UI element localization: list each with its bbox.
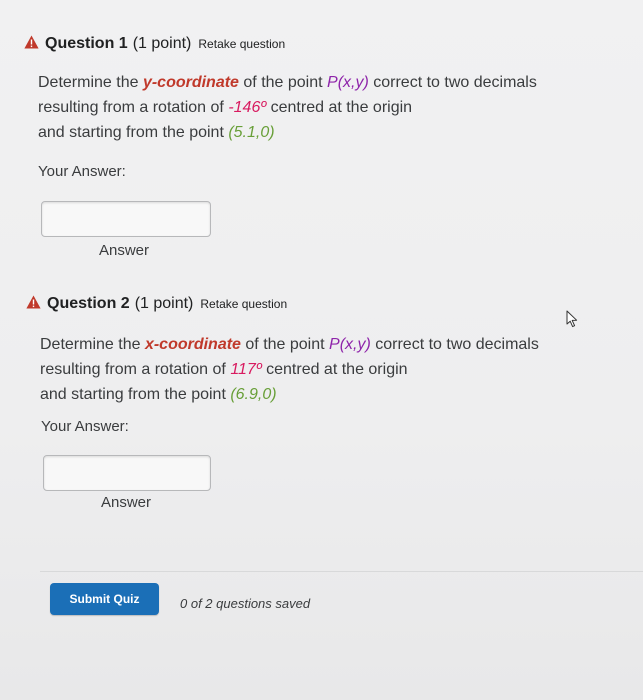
question-line: and starting from the point (5.1,0) <box>38 124 275 141</box>
rotation-angle: 117º <box>230 361 262 378</box>
submit-quiz-button[interactable]: Submit Quiz <box>50 583 159 615</box>
question-line: resulting from a rotation of -146º centr… <box>38 99 413 116</box>
question-text: Determine the y-coordinate of the point … <box>38 70 537 145</box>
start-point: (6.9,0) <box>230 386 277 403</box>
warning-triangle-icon <box>26 295 41 309</box>
point-term: P(x,y) <box>329 336 371 353</box>
coordinate-term: x-coordinate <box>144 336 241 353</box>
saved-status: 0 of 2 questions saved <box>180 596 311 611</box>
answer-field-label: Answer <box>101 494 152 511</box>
question-line: and starting from the point (6.9,0) <box>40 386 277 403</box>
question-2-header: Question 2 (1 point) Retake question <box>26 294 287 313</box>
retake-question-link[interactable]: Retake question <box>200 297 287 311</box>
mouse-pointer-icon <box>566 310 578 328</box>
rotation-angle: -146º <box>228 99 267 116</box>
answer-field-label: Answer <box>99 242 150 259</box>
question-points: (1 point) <box>132 35 192 52</box>
question-line: Determine the y-coordinate of the point … <box>38 74 537 91</box>
answer-input[interactable] <box>41 201 211 237</box>
retake-question-link[interactable]: Retake question <box>198 37 285 51</box>
warning-triangle-icon <box>24 35 39 49</box>
your-answer-label: Your Answer: <box>38 163 126 180</box>
coordinate-term: y-coordinate <box>142 74 239 91</box>
question-1-header: Question 1 (1 point) Retake question <box>24 34 285 53</box>
question-title: Question 1 <box>45 35 128 52</box>
question-line: Determine the x-coordinate of the point … <box>40 336 539 353</box>
question-title: Question 2 <box>47 295 130 312</box>
quiz-page: Question 1 (1 point) Retake question Det… <box>0 0 643 700</box>
footer-divider <box>40 571 643 572</box>
question-line: resulting from a rotation of 117º centre… <box>40 361 408 378</box>
start-point: (5.1,0) <box>228 124 275 141</box>
point-term: P(x,y) <box>327 74 369 91</box>
your-answer-label: Your Answer: <box>41 418 129 435</box>
question-points: (1 point) <box>134 295 194 312</box>
question-text: Determine the x-coordinate of the point … <box>40 332 539 407</box>
answer-input[interactable] <box>43 455 211 491</box>
